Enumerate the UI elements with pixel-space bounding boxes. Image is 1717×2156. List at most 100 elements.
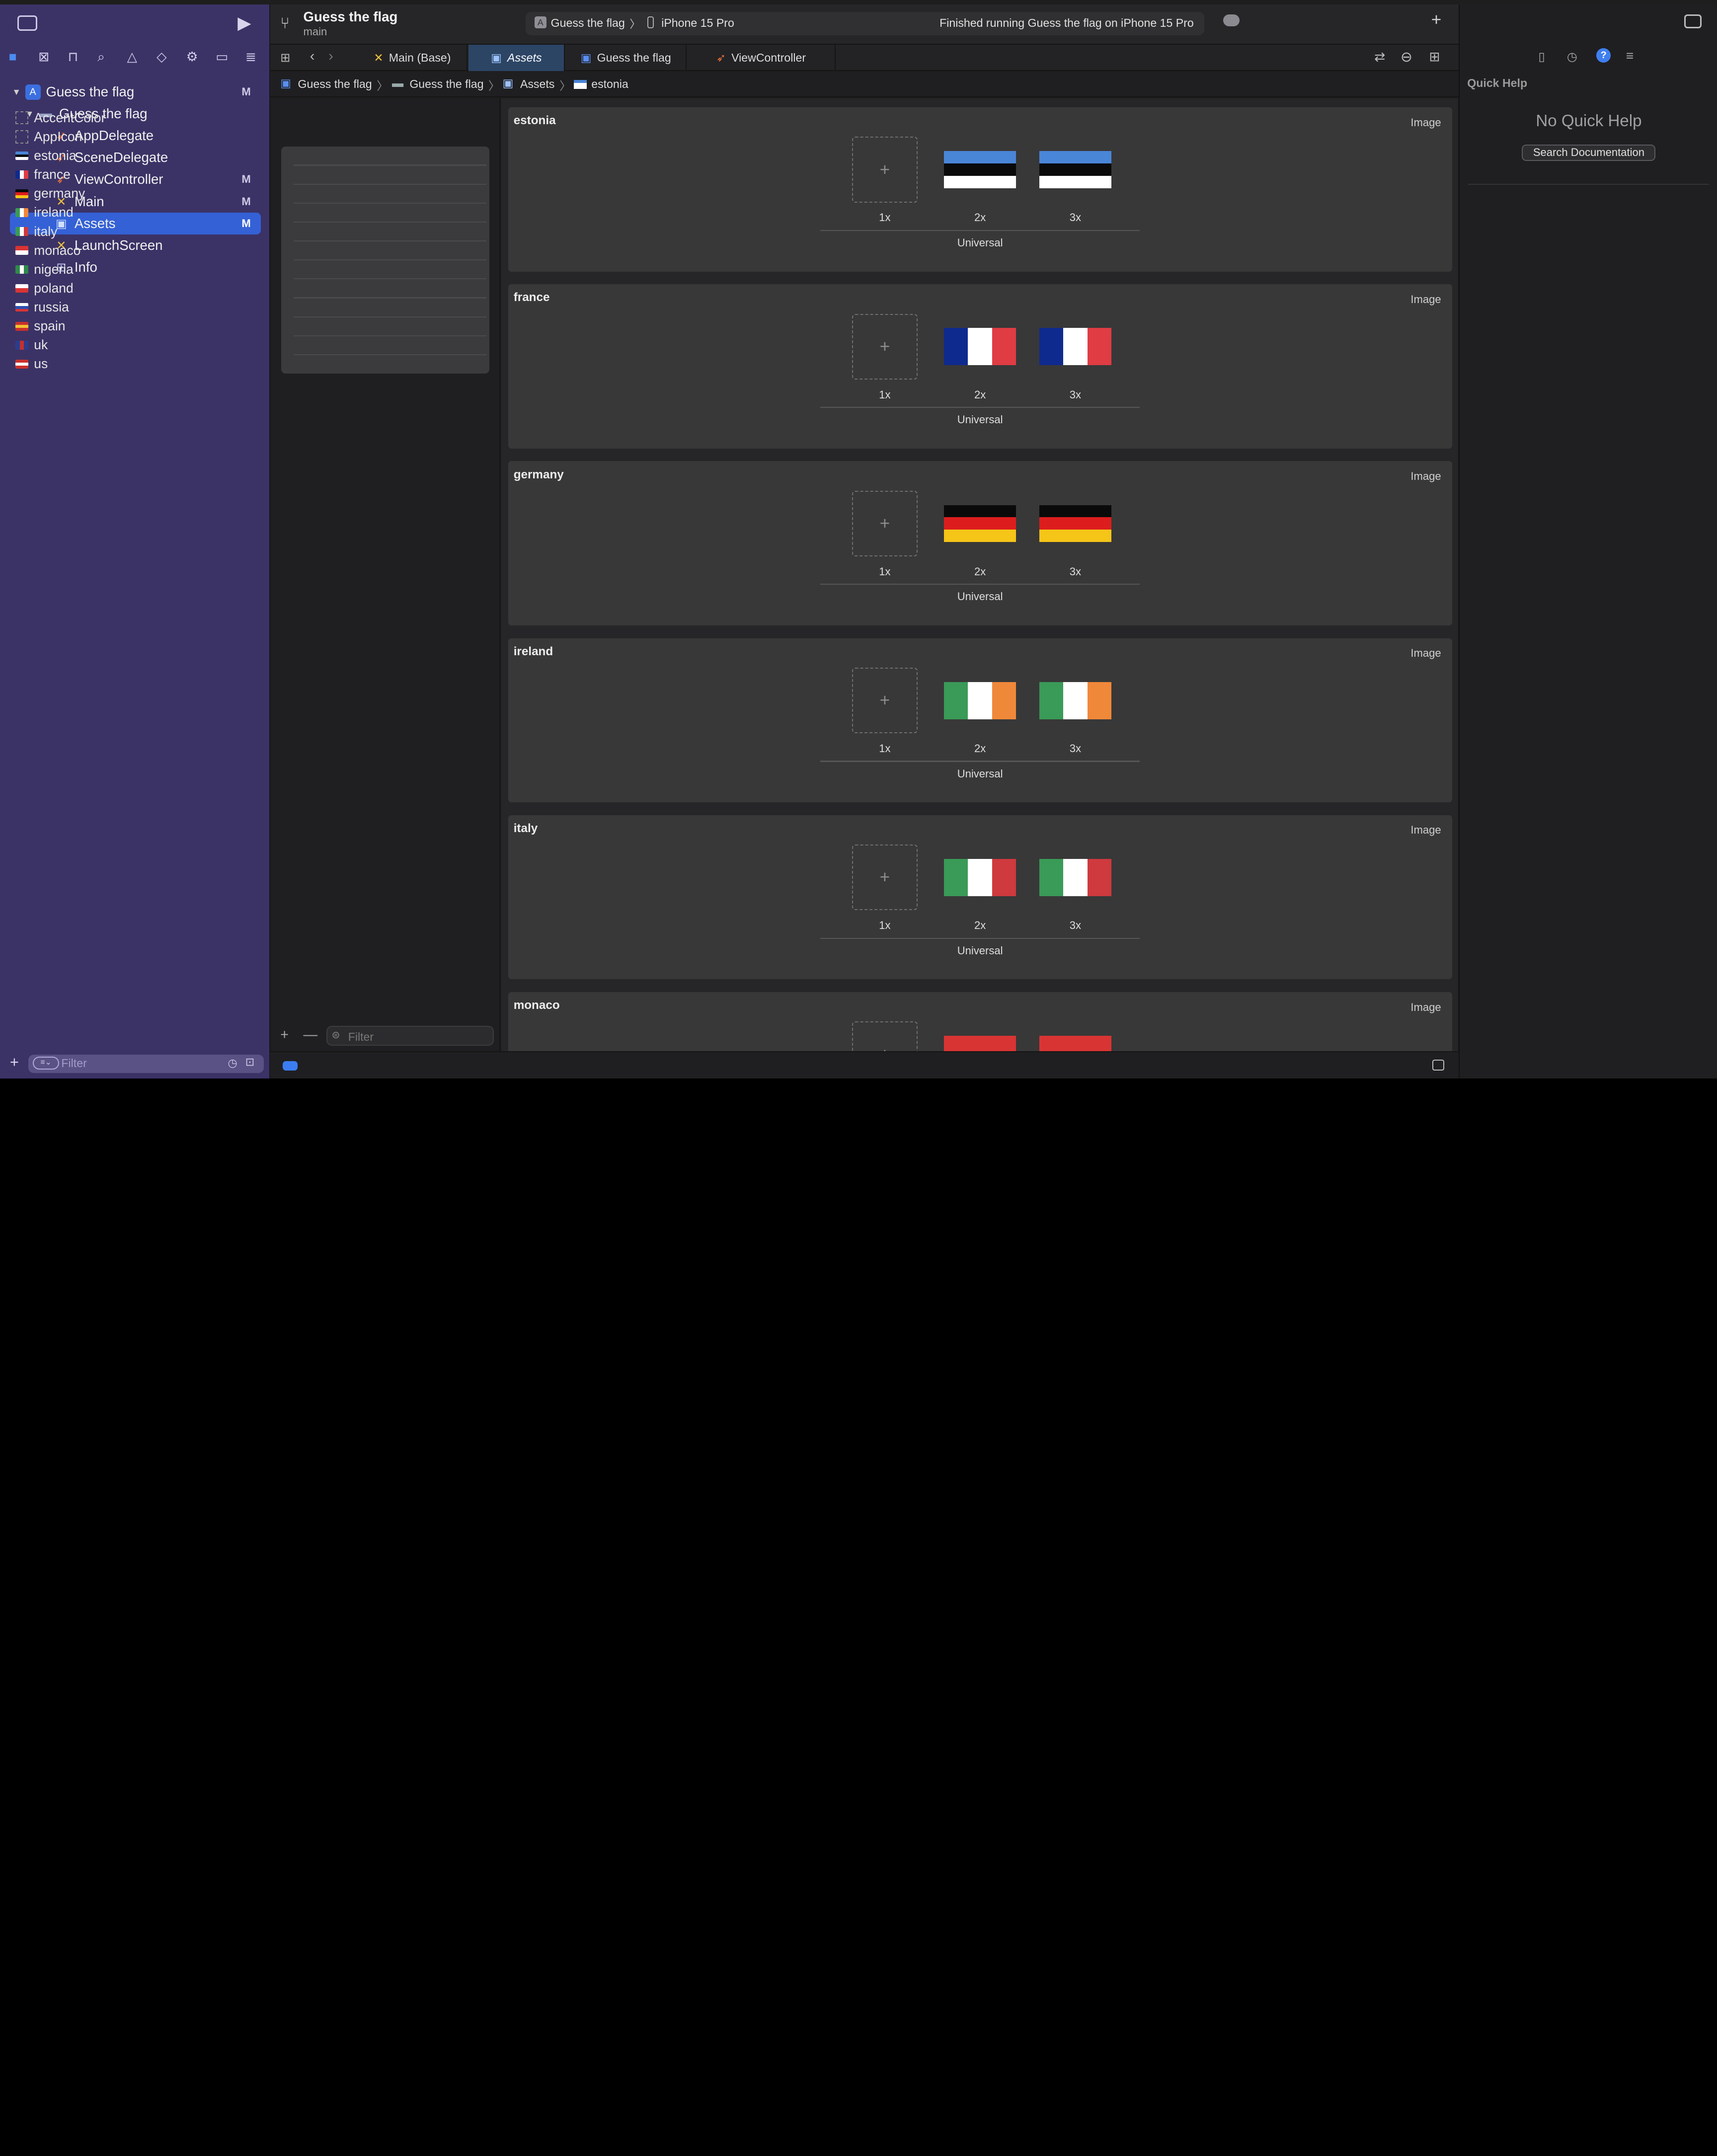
asset-list-item[interactable]: AppIcon	[11, 127, 217, 146]
tab-assets[interactable]: ▣ Assets	[468, 45, 565, 72]
image-set-italy[interactable]: italy Image +1x 2x 3x Universal	[508, 815, 1452, 980]
attributes-icon[interactable]: ≡	[1626, 48, 1634, 64]
asset-canvas: estonia Image +1x 2x 3x Universal france Image +…	[501, 98, 1458, 1051]
empty-1x-slot[interactable]: +	[852, 1021, 918, 1051]
toggle-icon[interactable]	[1223, 14, 1240, 26]
scheme-selector[interactable]: Guess the flag	[551, 16, 625, 30]
image-set-france[interactable]: france Image +1x 2x 3x Universal	[508, 284, 1452, 449]
refresh-icon[interactable]: ⇄	[1374, 49, 1385, 65]
device-label: Universal	[957, 590, 1003, 603]
test-icon[interactable]: ◇	[156, 49, 166, 65]
scm-filter-icon[interactable]: ⊡	[245, 1056, 254, 1069]
image-set-monaco[interactable]: monacoImage+1x2x3xUniversal	[508, 992, 1452, 1051]
asset-list-item[interactable]: us	[11, 355, 217, 374]
options-icon[interactable]: ⊖	[1401, 48, 1412, 66]
flag-image[interactable]	[943, 151, 1016, 189]
branch-name: main	[303, 25, 327, 38]
report-icon[interactable]: ≣	[245, 49, 256, 65]
empty-1x-slot[interactable]: +	[852, 137, 918, 203]
flag-image[interactable]	[943, 1036, 1016, 1051]
debug-icon[interactable]: ⚙	[186, 49, 198, 65]
add-icon[interactable]: +	[10, 1053, 19, 1071]
chevron-down-icon[interactable]: ▼	[10, 87, 23, 97]
image-set-ireland[interactable]: ireland Image +1x 2x 3x Universal	[508, 638, 1452, 803]
device-label: Universal	[957, 767, 1003, 780]
sidebar-toggle-icon[interactable]	[17, 15, 37, 31]
asset-list-item[interactable]: russia	[11, 298, 217, 317]
run-icon[interactable]: ▶	[237, 13, 251, 33]
asset-list-item[interactable]: monaco	[11, 241, 217, 260]
flag-image[interactable]	[943, 505, 1016, 542]
flag-image[interactable]	[1039, 151, 1112, 189]
image-set-name: ireland	[513, 644, 553, 658]
tab-main-base[interactable]: ✕ Main (Base)	[358, 45, 468, 72]
grid-icon[interactable]: ⊞	[280, 50, 290, 65]
flag-image[interactable]	[1039, 328, 1112, 366]
asset-list-label: AccentColor	[34, 110, 106, 125]
flag-image[interactable]	[1039, 1036, 1112, 1051]
folder-icon[interactable]: ■	[9, 49, 17, 65]
breakpoint-icon[interactable]: ▭	[216, 49, 228, 65]
breadcrumb-item[interactable]: Guess the flag	[409, 77, 483, 91]
console-toggle-icon[interactable]	[1432, 1060, 1445, 1071]
tree-item-project[interactable]: ▼ A Guess the flag M	[10, 81, 261, 103]
add-icon[interactable]: +	[1431, 10, 1442, 30]
inspector-toggle-icon[interactable]	[1684, 14, 1702, 29]
source-control-icon[interactable]: ⊠	[38, 49, 49, 65]
search-documentation-button[interactable]: Search Documentation	[1522, 144, 1656, 161]
navigator-filter-field[interactable]: ≡⌄ Filter ◷ ⊡	[28, 1054, 264, 1073]
back-icon[interactable]: ‹	[310, 48, 315, 65]
empty-1x-slot[interactable]: +	[852, 490, 918, 557]
recent-files-icon[interactable]: ◷	[228, 1057, 237, 1070]
issue-icon[interactable]: △	[127, 49, 137, 65]
asset-list-item[interactable]: ireland	[11, 203, 217, 222]
asset-list-label: ireland	[34, 205, 74, 220]
device-selector[interactable]: iPhone 15 Pro	[661, 16, 734, 30]
image-set-name: monaco	[513, 999, 560, 1012]
asset-list-item[interactable]: AccentColor	[11, 108, 217, 127]
asset-list-label: spain	[34, 318, 66, 334]
flag-image[interactable]	[943, 328, 1016, 366]
asset-list-item[interactable]: italy	[11, 222, 217, 241]
split-editor-icon[interactable]: ⊞	[1429, 49, 1440, 65]
empty-1x-slot[interactable]: +	[852, 668, 918, 734]
breadcrumb-item[interactable]: Assets	[520, 77, 554, 91]
image-set-estonia[interactable]: estonia Image +1x 2x 3x Universal	[508, 107, 1452, 272]
project-title: Guess the flag	[303, 8, 398, 24]
empty-1x-slot[interactable]: +	[852, 845, 918, 911]
file-inspector-icon[interactable]: ▯	[1539, 49, 1545, 64]
divider	[293, 259, 486, 261]
flag-image[interactable]	[1039, 682, 1112, 719]
asset-list-item[interactable]: france	[11, 165, 217, 184]
flag-image[interactable]	[943, 682, 1016, 719]
empty-1x-slot[interactable]: +	[852, 313, 918, 380]
history-icon[interactable]: ◷	[1567, 49, 1577, 64]
tab-viewcontroller[interactable]: ➶ ViewController	[688, 45, 836, 72]
image-set-icon	[15, 227, 29, 236]
breadcrumb-item[interactable]: estonia	[591, 77, 628, 91]
app-icon-set-icon	[15, 130, 29, 144]
breadcrumb-item[interactable]: Guess the flag	[298, 77, 372, 91]
bookmark-icon[interactable]: ⊓	[68, 49, 78, 65]
asset-list-item[interactable]: nigeria	[11, 260, 217, 279]
quick-help-icon[interactable]: ?	[1596, 48, 1611, 63]
asset-list-item[interactable]: poland	[11, 279, 217, 298]
asset-list-item[interactable]: uk	[11, 336, 217, 355]
modified-badge: M	[241, 85, 251, 98]
image-set-icon	[15, 284, 29, 293]
flag-image[interactable]	[943, 858, 1016, 896]
asset-filter-field[interactable]: ⊜ Filter	[326, 1026, 494, 1046]
scale-label: 3x	[1069, 919, 1082, 932]
forward-icon[interactable]: ›	[328, 48, 333, 65]
flag-image[interactable]	[1039, 858, 1112, 896]
asset-list-item[interactable]: germany	[11, 184, 217, 203]
flag-image[interactable]	[1039, 505, 1112, 542]
remove-icon[interactable]: —	[304, 1027, 318, 1043]
asset-list-item[interactable]: estonia	[11, 146, 217, 165]
search-icon[interactable]: ⌕	[97, 49, 105, 65]
project-icon: ▣	[280, 77, 292, 90]
image-set-germany[interactable]: germany Image +1x 2x 3x Universal	[508, 461, 1452, 625]
asset-list-item[interactable]: spain	[11, 317, 217, 336]
add-icon[interactable]: +	[280, 1027, 289, 1043]
tab-guess-the-flag[interactable]: ▣ Guess the flag	[566, 45, 687, 72]
